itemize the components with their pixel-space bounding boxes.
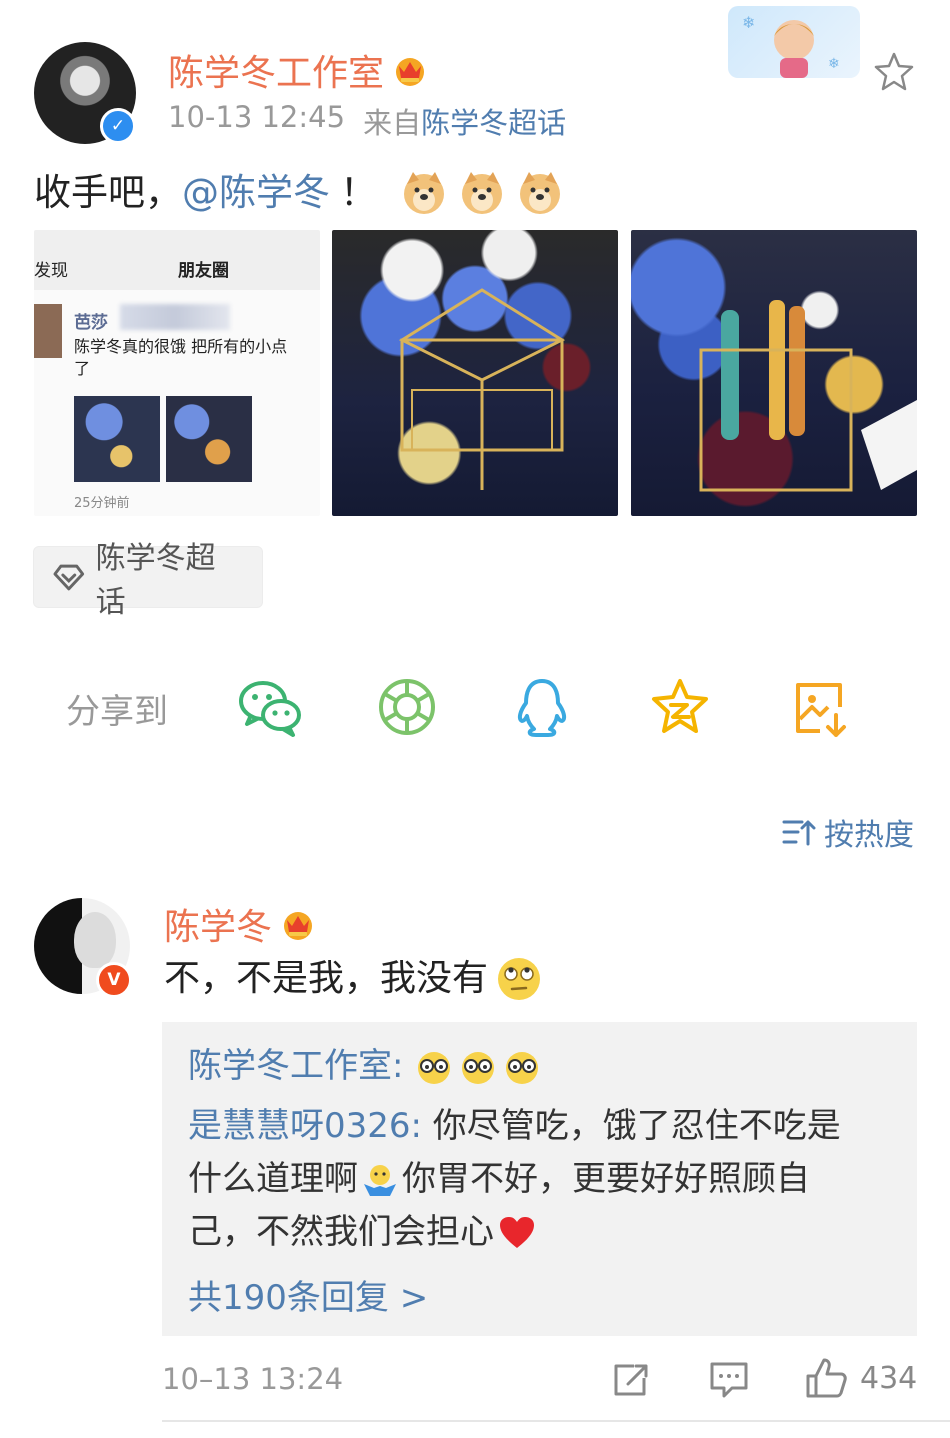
post-source: 来自陈学冬超话	[363, 100, 566, 142]
sticker-character-icon: ❄ ❄	[742, 13, 840, 78]
sort-icon	[782, 820, 816, 846]
post-image-table-2[interactable]	[631, 230, 917, 516]
post-image-table-1[interactable]	[332, 230, 618, 516]
doge-emoji-group	[401, 170, 563, 216]
screenshot-message-line2: 了	[74, 359, 91, 378]
heart-emoji-icon	[500, 1216, 534, 1248]
commenter-name-row: 陈学冬	[164, 898, 316, 950]
source-link[interactable]: 陈学冬超话	[421, 106, 566, 140]
screenshot-time-ago: 25分钟前	[74, 496, 130, 511]
author-name-row: 陈学冬工作室	[168, 44, 428, 96]
glass-box-icon	[398, 288, 566, 490]
reply-2-text-3: 己，不然我们会担心	[188, 1212, 494, 1252]
decor-sticker: ❄ ❄	[728, 6, 860, 78]
screenshot-user-name: 芭莎	[74, 313, 108, 333]
reply-2: 是慧慧呀0326: 你尽管吃，饿了忍住不吃是 什么道理啊 你胃不好，更要好好照顾…	[188, 1100, 898, 1259]
post-meta: 10-13 12:45 来自陈学冬超话	[168, 100, 566, 142]
reply-2-text-2b: 你胃不好，更要好好照顾自	[402, 1159, 810, 1199]
post-text: 收手吧， @陈学冬 ！	[34, 166, 563, 220]
bottom-divider	[162, 1420, 950, 1422]
glasses-emoji-group	[415, 1048, 541, 1086]
sort-label: 按热度	[824, 818, 914, 853]
screenshot-tab-title: 朋友圈	[178, 261, 229, 281]
author-name[interactable]: 陈学冬工作室	[168, 44, 384, 96]
mention-link[interactable]: @陈学冬	[182, 166, 330, 220]
like-button[interactable]: 434	[804, 1356, 917, 1400]
doge-emoji-icon	[520, 172, 560, 214]
glasses-emoji-icon	[462, 1051, 495, 1084]
screenshot-tab-left: 发现	[34, 261, 68, 281]
share-qq[interactable]	[512, 676, 572, 740]
reply-2-user[interactable]: 是慧慧呀0326	[188, 1106, 411, 1146]
screenshot-blur	[120, 304, 230, 330]
commenter-name[interactable]: 陈学冬	[164, 898, 272, 950]
screenshot-photo-1	[74, 396, 160, 482]
screenshot-message-line1: 陈学冬真的很饿 把所有的小点	[74, 337, 288, 356]
shrug-emoji-icon	[364, 1164, 396, 1196]
source-prefix: 来自	[363, 106, 422, 140]
reply-2-line3: 己，不然我们会担心	[188, 1206, 898, 1259]
reply-2-line2: 什么道理啊 你胃不好，更要好好照顾自	[188, 1153, 898, 1206]
repost-icon[interactable]	[612, 1360, 652, 1400]
post-text-suffix: ！	[340, 171, 377, 214]
topic-chip[interactable]: 陈学冬超话	[33, 541, 263, 620]
share-save-image[interactable]	[788, 676, 852, 740]
screenshot-avatar	[34, 304, 62, 358]
reply-1-colon: :	[392, 1046, 404, 1086]
reply-1: 陈学冬工作室:	[188, 1040, 541, 1093]
screenshot-message: 陈学冬真的很饿 把所有的小点 了	[74, 336, 287, 380]
reply-2-colon: :	[410, 1106, 433, 1146]
thumbs-up-icon	[806, 1358, 847, 1398]
screenshot-header: 发现 朋友圈	[34, 230, 320, 290]
blue-verified-icon: ✓	[100, 108, 136, 144]
favorite-star-icon[interactable]	[872, 50, 916, 94]
post-text-prefix: 收手吧，	[34, 171, 182, 214]
comment-text: 不，不是我，我没有	[164, 954, 542, 1004]
eye-roll-emoji-icon	[498, 958, 541, 1000]
orange-verified-icon: V	[96, 962, 132, 998]
reply-2-text-1: 你尽管吃，饿了忍住不吃是	[432, 1106, 841, 1146]
doge-emoji-icon	[462, 172, 502, 214]
qq-icon	[517, 679, 567, 737]
commenter-face	[74, 912, 116, 968]
glasses-emoji-icon	[418, 1051, 451, 1084]
more-replies-link[interactable]: 共190条回复 >	[188, 1270, 428, 1319]
sort-toggle[interactable]: 按热度	[782, 810, 914, 854]
reply-1-user[interactable]: 陈学冬工作室	[188, 1040, 392, 1093]
share-label: 分享到	[66, 692, 168, 732]
wechat-icon	[239, 681, 301, 737]
screenshot-photo-2	[166, 396, 252, 482]
topic-chip-label: 陈学冬超话	[95, 541, 216, 620]
share-moments[interactable]	[376, 676, 438, 738]
share-qzone[interactable]	[648, 676, 712, 738]
moments-icon	[379, 679, 435, 735]
comment-icon[interactable]	[708, 1360, 750, 1400]
diamond-icon	[53, 564, 85, 591]
vip-crown-icon	[396, 58, 425, 86]
share-wechat[interactable]	[236, 676, 304, 740]
post-image-screenshot[interactable]: 发现 朋友圈 芭莎 陈学冬真的很饿 把所有的小点 了 25分钟前	[34, 230, 320, 516]
comment-text-body: 不，不是我，我没有	[164, 958, 489, 999]
svg-text:❄: ❄	[742, 13, 755, 32]
reply-2-text-2a: 什么道理啊	[188, 1159, 358, 1199]
save-image-icon	[796, 683, 846, 737]
svg-text:❄: ❄	[828, 56, 840, 72]
tubes-icon	[699, 300, 917, 492]
vip-crown-icon	[284, 912, 313, 940]
doge-emoji-icon	[404, 172, 444, 214]
glasses-emoji-icon	[506, 1051, 539, 1084]
comment-timestamp: 10–13 13:24	[162, 1362, 344, 1396]
post-timestamp: 10-13 12:45	[168, 100, 346, 134]
reply-2-line1: 是慧慧呀0326: 你尽管吃，饿了忍住不吃是	[188, 1100, 898, 1153]
qzone-icon	[652, 679, 708, 733]
like-count: 434	[860, 1360, 918, 1396]
